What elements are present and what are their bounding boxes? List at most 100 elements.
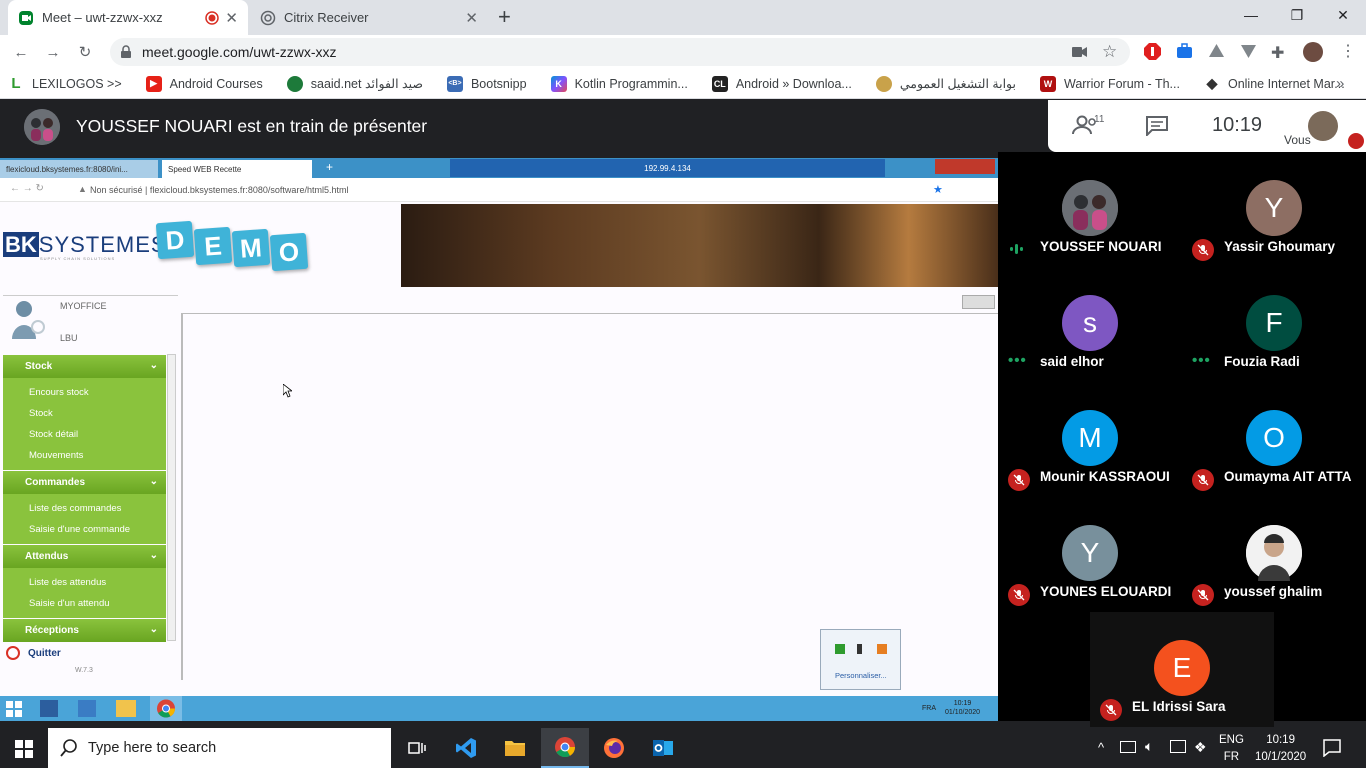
volume-icon[interactable]: 🔈︎ [1145,738,1153,755]
chat-icon[interactable] [1146,116,1168,136]
forward-icon[interactable]: → [44,43,62,61]
minimize-button[interactable]: — [1228,0,1274,30]
menu-section-stock[interactable]: Stock ⌄ [3,355,166,378]
reload-icon[interactable]: ↻ [76,43,94,61]
maximize-button[interactable]: ❐ [1274,0,1320,30]
bookmark-item[interactable]: ▶ Android Courses [145,75,263,92]
bookmark-label: Warrior Forum - Th... [1063,76,1180,91]
notifications-icon[interactable] [1323,739,1341,757]
menu-item[interactable]: Liste des commandes [29,498,166,519]
participants-grid: YOUSSEF NOUARI Y Yassir Ghoumary s ••• s… [998,152,1366,727]
remote-nav-icon[interactable]: ← → ↻ [10,183,44,194]
close-tab-icon[interactable]: ✕ [465,9,478,27]
menu-item[interactable]: Stock détail [29,424,166,445]
tray-app-icon[interactable] [877,644,887,654]
remote-powershell-icon[interactable] [78,700,96,717]
recording-indicator-icon [205,10,220,25]
participant-tile[interactable]: youssef ghalim [1182,497,1366,612]
lang-top: ENG [1219,734,1244,746]
remote-server-manager-icon[interactable] [40,700,58,717]
bookmarks-bar: L LEXILOGOS >> ▶ Android Courses saaid.net… [0,69,1366,99]
remote-explorer-icon[interactable] [116,700,136,717]
battery-icon[interactable] [1120,741,1136,753]
menu-section-body: Encours stock Stock Stock détail Mouveme… [3,378,166,470]
tray-app-icon[interactable] [857,644,862,654]
extension-adblock-icon[interactable] [1144,43,1161,60]
participant-tile[interactable]: O Oumayma AIT ATTA [1182,382,1366,497]
bookmark-item[interactable]: W Warrior Forum - Th... [1039,75,1180,92]
vscode-icon[interactable] [442,728,490,768]
remote-chrome-icon[interactable] [150,696,182,721]
remote-lang[interactable]: FRA [922,705,936,712]
menu-kebab-icon[interactable]: ⋮ [1340,41,1356,61]
bookmark-item[interactable]: saaid.net صيد الفوائد [286,75,423,92]
extensions-puzzle-icon[interactable]: ✚ [1271,43,1284,63]
participant-tile[interactable]: Y YOUNES ELOUARDI [998,497,1182,612]
extension-drive-icon[interactable] [1208,43,1225,60]
logo-tagline: SUPPLY CHAIN SOLUTIONS [40,256,116,261]
camera-icon[interactable] [1072,46,1088,58]
menu-item[interactable]: Encours stock [29,382,166,403]
tray-app-icon[interactable] [835,644,845,654]
network-icon[interactable] [1170,740,1186,753]
back-icon[interactable]: ← [12,43,30,61]
bookmark-item[interactable]: بوابة التشغيل العمومي [875,75,1016,92]
firefox-icon[interactable] [590,728,638,768]
participant-tile[interactable]: M Mounir KASSRAOUI [998,382,1182,497]
close-tab-icon[interactable]: ✕ [225,9,238,27]
more-bookmarks-icon[interactable]: » [1336,75,1344,92]
remote-window-controls[interactable] [935,159,995,174]
dropbox-icon[interactable]: ❖ [1194,739,1207,756]
input-language[interactable]: ENG FR [1219,732,1244,766]
outlook-icon[interactable] [639,728,687,768]
main-content-area[interactable] [181,313,998,680]
menu-section-attendus[interactable]: Attendus ⌄ [3,545,166,568]
taskbar-search[interactable]: Type here to search [48,728,391,768]
expand-toggle-icon[interactable] [962,295,995,309]
remote-new-tab-icon[interactable]: + [326,160,333,174]
windows-start-icon[interactable] [15,740,33,758]
quit-link[interactable]: Quitter [28,648,61,659]
participant-tile[interactable]: F ••• Fouzia Radi [1182,267,1366,382]
menu-item[interactable]: Saisie d'un attendu [29,593,166,614]
file-explorer-icon[interactable] [491,728,539,768]
participant-tile[interactable]: s ••• said elhor [998,267,1182,382]
address-bar[interactable]: meet.google.com/uwt-zzwx-xxz ☆ [110,38,1130,66]
new-tab-button[interactable]: + [498,4,511,30]
show-hidden-icons[interactable]: ^ [1098,740,1104,755]
customize-link[interactable]: Personnaliser... [835,671,887,680]
remote-tab[interactable]: Speed WEB Recette [162,160,312,178]
bookmark-item[interactable]: K Kotlin Programmin... [550,75,688,92]
bookmark-item[interactable]: ◆ Online Internet Mar... [1203,75,1345,92]
system-clock[interactable]: 10:19 10/1/2020 [1255,732,1306,766]
participant-tile[interactable]: Y Yassir Ghoumary [1182,152,1366,267]
menu-section-receptions[interactable]: Réceptions ⌄ [3,619,166,642]
profile-avatar[interactable] [1303,42,1323,62]
extension-vpn-icon[interactable] [1240,44,1257,59]
chrome-taskbar-icon[interactable] [541,728,589,768]
tab-title: Meet – uwt-zzwx-xxz [42,10,163,25]
remote-tab[interactable]: flexicloud.bksystemes.fr:8080/ini... [0,160,158,178]
remote-star-icon[interactable]: ★ [933,183,943,196]
close-window-button[interactable]: ✕ [1320,0,1366,30]
not-secure-label: Non sécurisé [90,185,143,195]
tab-meet[interactable]: Meet – uwt-zzwx-xxz ✕ [8,0,248,35]
task-view-icon[interactable] [393,728,441,768]
menu-item[interactable]: Liste des attendus [29,572,166,593]
menu-item[interactable]: Stock [29,403,166,424]
menu-item[interactable]: Saisie d'une commande [29,519,166,540]
avatar: s [1062,295,1118,351]
avatar: O [1246,410,1302,466]
participant-tile[interactable]: YOUSSEF NOUARI [998,152,1182,267]
bookmark-item[interactable]: <B> Bootsnipp [446,75,527,92]
participant-tile[interactable]: E EL Idrissi Sara [1090,612,1274,727]
menu-scrollbar[interactable] [167,354,176,641]
bookmark-item[interactable]: L LEXILOGOS >> [8,75,122,92]
bookmark-item[interactable]: CL Android » Downloa... [711,75,852,92]
menu-section-commandes[interactable]: Commandes ⌄ [3,471,166,494]
extension-briefcase-icon[interactable] [1176,43,1193,60]
menu-item[interactable]: Mouvements [29,445,166,466]
remote-start-icon[interactable] [6,701,22,717]
bookmark-star-icon[interactable]: ☆ [1102,42,1117,62]
tab-citrix[interactable]: Citrix Receiver ✕ [250,0,488,35]
